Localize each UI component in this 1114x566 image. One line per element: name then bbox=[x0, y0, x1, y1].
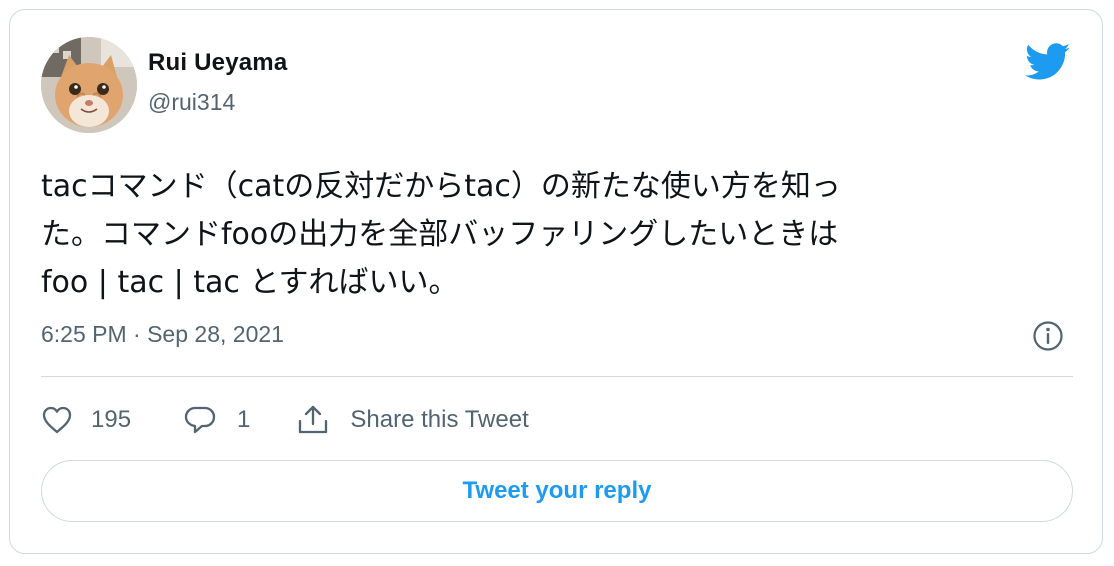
reply-action-button[interactable]: 1 bbox=[183, 404, 250, 436]
author-handle[interactable]: @rui314 bbox=[148, 89, 235, 116]
divider bbox=[41, 376, 1073, 377]
info-icon[interactable] bbox=[1032, 320, 1064, 352]
share-button[interactable]: Share this Tweet bbox=[296, 404, 529, 436]
tweet-your-reply-button[interactable]: Tweet your reply bbox=[41, 460, 1073, 522]
tweet-actions: 195 1 Share this Tweet bbox=[41, 400, 529, 440]
share-label: Share this Tweet bbox=[350, 406, 529, 433]
tweet-text-line: tacコマンド（catの反対だからtac）の新たな使い方を知っ bbox=[41, 169, 841, 204]
tweet-card: Rui Ueyama @rui314 tacコマンド（catの反対だからtac）… bbox=[9, 9, 1103, 554]
reply-bubble-icon bbox=[184, 406, 216, 434]
cat-photo-avatar-icon bbox=[41, 37, 137, 133]
reply-count: 1 bbox=[237, 406, 251, 433]
tweet-timestamp[interactable]: 6:25 PM · Sep 28, 2021 bbox=[41, 321, 284, 348]
author-name[interactable]: Rui Ueyama bbox=[148, 49, 287, 77]
heart-icon bbox=[42, 406, 72, 434]
tweet-text: tacコマンド（catの反対だからtac）の新たな使い方を知っ た。コマンドfo… bbox=[41, 163, 1041, 307]
share-icon bbox=[299, 405, 328, 434]
twitter-bird-icon[interactable] bbox=[1025, 43, 1071, 81]
author-avatar[interactable] bbox=[41, 37, 137, 133]
tweet-text-line: foo | tac | tac とすればいい。 bbox=[41, 265, 459, 300]
like-count: 195 bbox=[91, 406, 132, 433]
tweet-text-line: た。コマンドfooの出力を全部バッファリングしたいときは bbox=[41, 217, 839, 252]
like-button[interactable]: 195 bbox=[41, 405, 131, 435]
